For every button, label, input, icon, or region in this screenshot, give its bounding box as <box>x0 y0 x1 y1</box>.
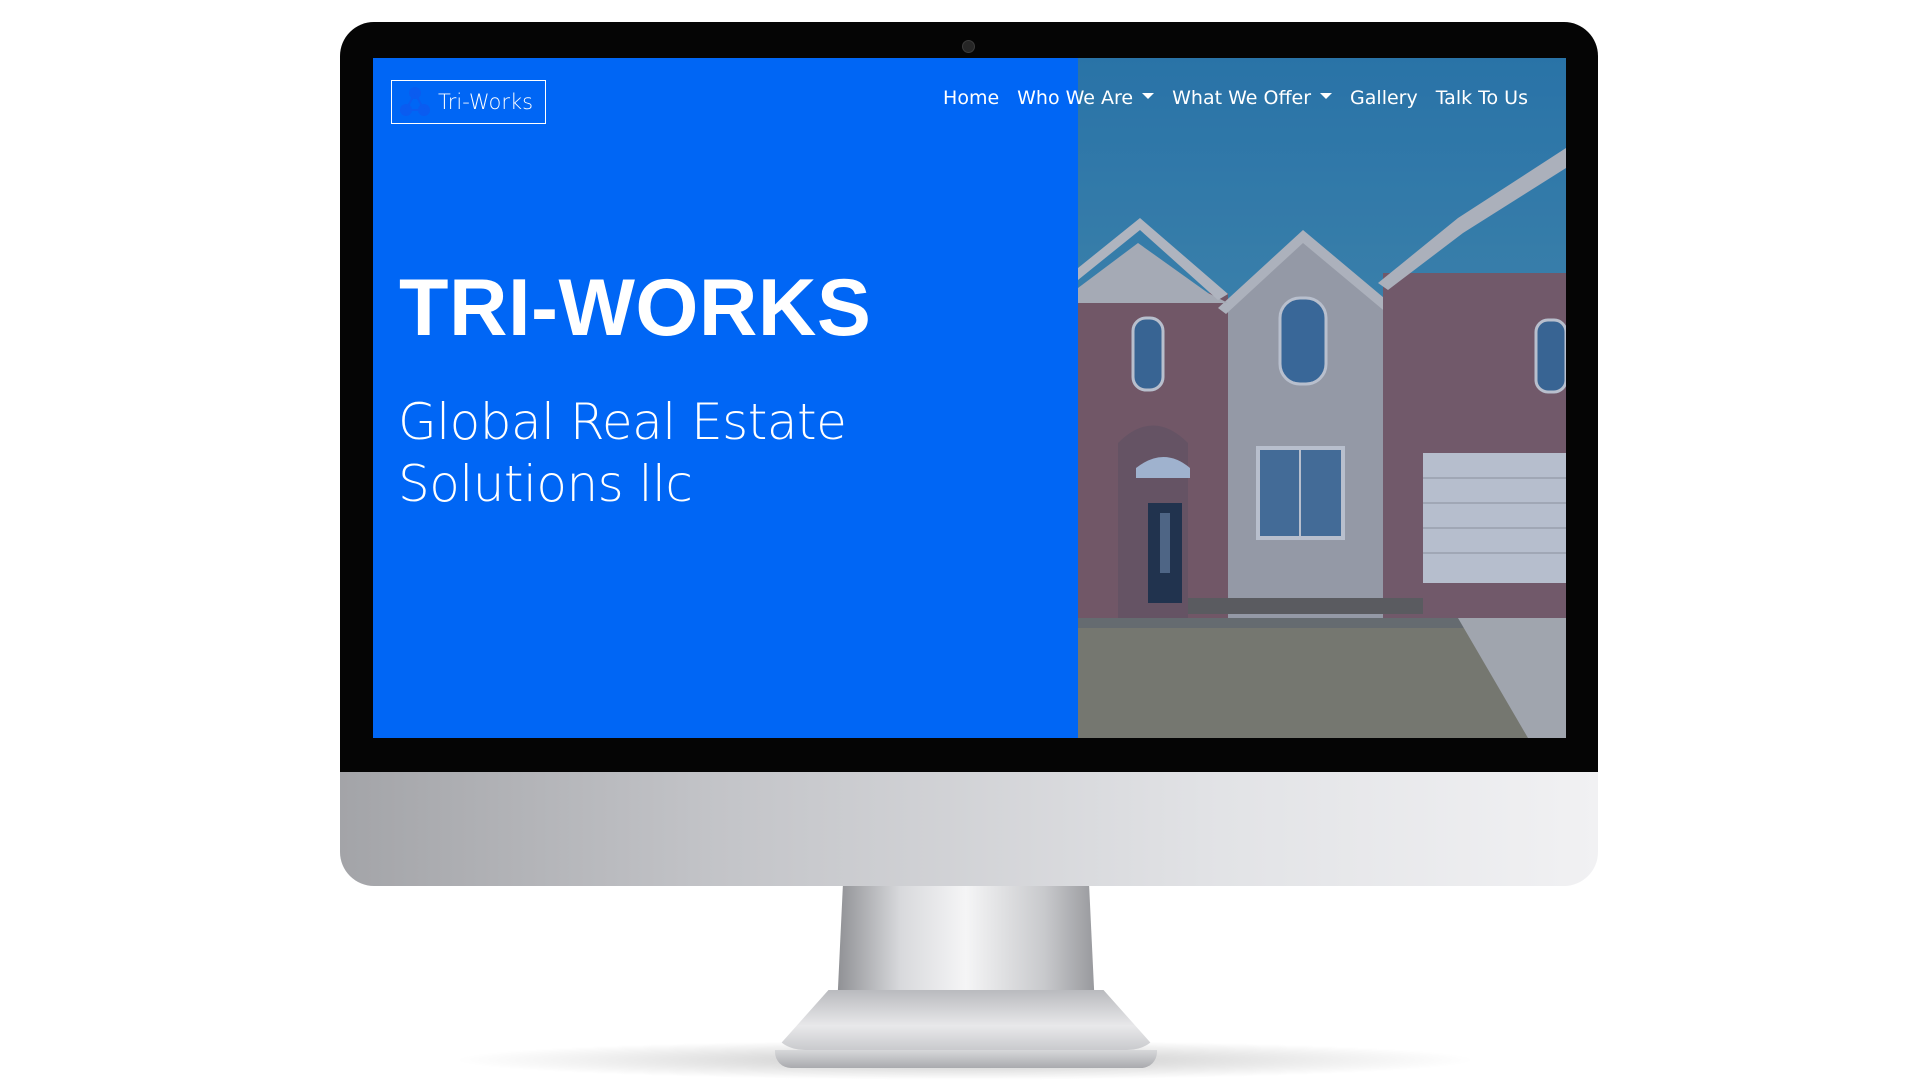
nav-item-label: Home <box>943 87 1000 109</box>
hero-image-tint <box>1078 58 1566 738</box>
tri-node-logo-icon <box>400 87 430 116</box>
nav-item-who-we-are[interactable]: Who We Are <box>1017 87 1155 109</box>
monitor-stand-curve <box>775 990 1157 1050</box>
nav-item-label: Who We Are <box>1017 87 1134 109</box>
nav-item-label: What We Offer <box>1172 87 1312 109</box>
nav-item-label: Talk To Us <box>1435 87 1528 109</box>
monitor-chin <box>340 772 1598 886</box>
hero-house-image <box>1078 58 1566 738</box>
nav-item-talk-to-us[interactable]: Talk To Us <box>1436 87 1528 109</box>
nav-item-home[interactable]: Home <box>943 87 999 109</box>
caret-down-icon <box>1142 93 1155 99</box>
mockup-stage: Tri-Works Home Who We Are What We Offer … <box>0 0 1920 1080</box>
nav-item-gallery[interactable]: Gallery <box>1350 87 1418 109</box>
camera-icon <box>962 40 975 53</box>
hero-subtitle: Global Real Estate Solutions llc <box>398 393 847 513</box>
caret-down-icon <box>1320 93 1333 99</box>
nav-item-what-we-offer[interactable]: What We Offer <box>1172 87 1333 109</box>
website-screen: Tri-Works Home Who We Are What We Offer … <box>373 58 1566 738</box>
main-nav: Home Who We Are What We Offer Gallery Ta… <box>943 87 1528 109</box>
hero-title: TRI-WORKS <box>399 263 872 353</box>
nav-item-label: Gallery <box>1350 87 1418 109</box>
monitor-stand-base <box>775 1050 1157 1068</box>
brand-logo-link[interactable]: Tri-Works <box>391 80 546 124</box>
brand-name: Tri-Works <box>438 90 534 114</box>
